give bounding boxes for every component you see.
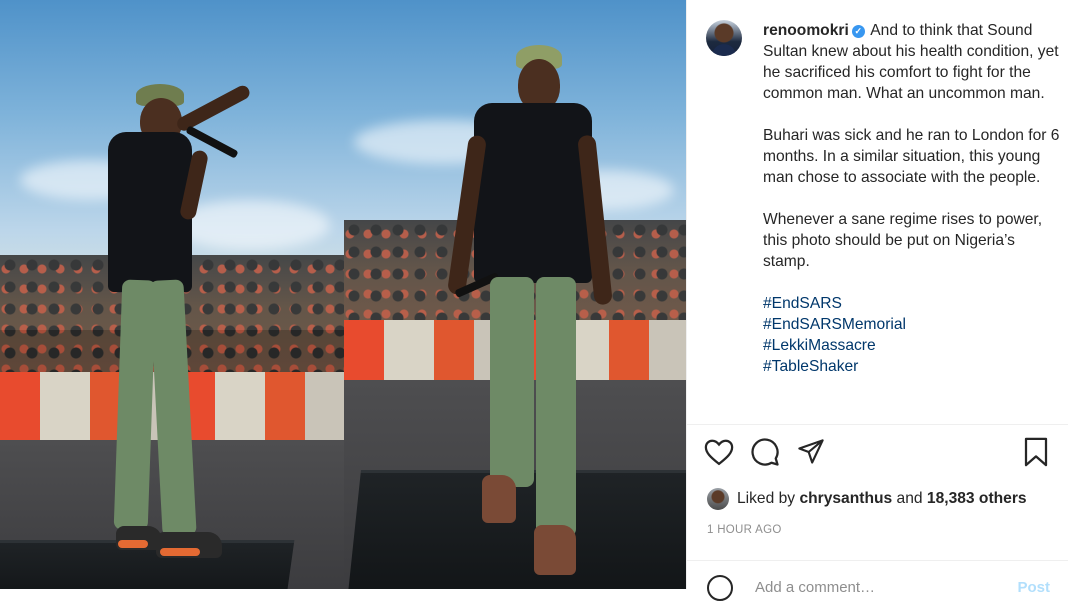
emoji-icon[interactable]: [707, 575, 733, 601]
comment-icon[interactable]: [749, 436, 781, 468]
likes-conjunction: and: [896, 490, 923, 507]
heart-icon[interactable]: [703, 436, 735, 468]
post-comment-button[interactable]: Post: [1017, 579, 1050, 596]
verified-badge-icon: ✓: [851, 25, 865, 38]
hashtag-link[interactable]: #EndSARS: [763, 293, 1063, 314]
photo-performer-standing: [344, 0, 686, 589]
caption-paragraph-3: Whenever a sane regime rises to power, t…: [763, 211, 1043, 270]
instagram-post: renoomokri ✓ And to think that Sound Sult…: [0, 0, 1068, 601]
likes-prefix: Liked by: [737, 490, 796, 507]
likes-count[interactable]: 18,383 others: [927, 490, 1027, 508]
section-divider: [687, 424, 1068, 425]
post-media[interactable]: [0, 0, 686, 589]
share-icon[interactable]: [795, 436, 827, 468]
comment-input[interactable]: [753, 578, 1007, 597]
author-avatar[interactable]: [706, 20, 742, 56]
post-caption: renoomokri ✓ And to think that Sound Sult…: [763, 20, 1063, 377]
bookmark-icon[interactable]: [1020, 436, 1052, 468]
liker-avatar: [707, 488, 729, 510]
post-side-panel: renoomokri ✓ And to think that Sound Sult…: [686, 0, 1068, 601]
author-username[interactable]: renoomokri: [763, 22, 849, 39]
hashtag-link[interactable]: #LekkiMassacre: [763, 335, 1063, 356]
likes-summary[interactable]: Liked by chrysanthus and 18,383 others: [707, 488, 1027, 510]
action-bar: [703, 436, 1052, 472]
caption-area: renoomokri ✓ And to think that Sound Sult…: [687, 0, 1068, 424]
comment-box: Post: [687, 560, 1068, 601]
liker-username[interactable]: chrysanthus: [799, 490, 892, 508]
hashtag-list: #EndSARS #EndSARSMemorial #LekkiMassacre…: [763, 293, 1063, 377]
photo-performer-pointing: [0, 0, 344, 589]
hashtag-link[interactable]: #TableShaker: [763, 356, 1063, 377]
caption-paragraph-2: Buhari was sick and he ran to London for…: [763, 127, 1060, 186]
hashtag-link[interactable]: #EndSARSMemorial: [763, 314, 1063, 335]
post-timestamp[interactable]: 1 HOUR AGO: [707, 524, 782, 536]
